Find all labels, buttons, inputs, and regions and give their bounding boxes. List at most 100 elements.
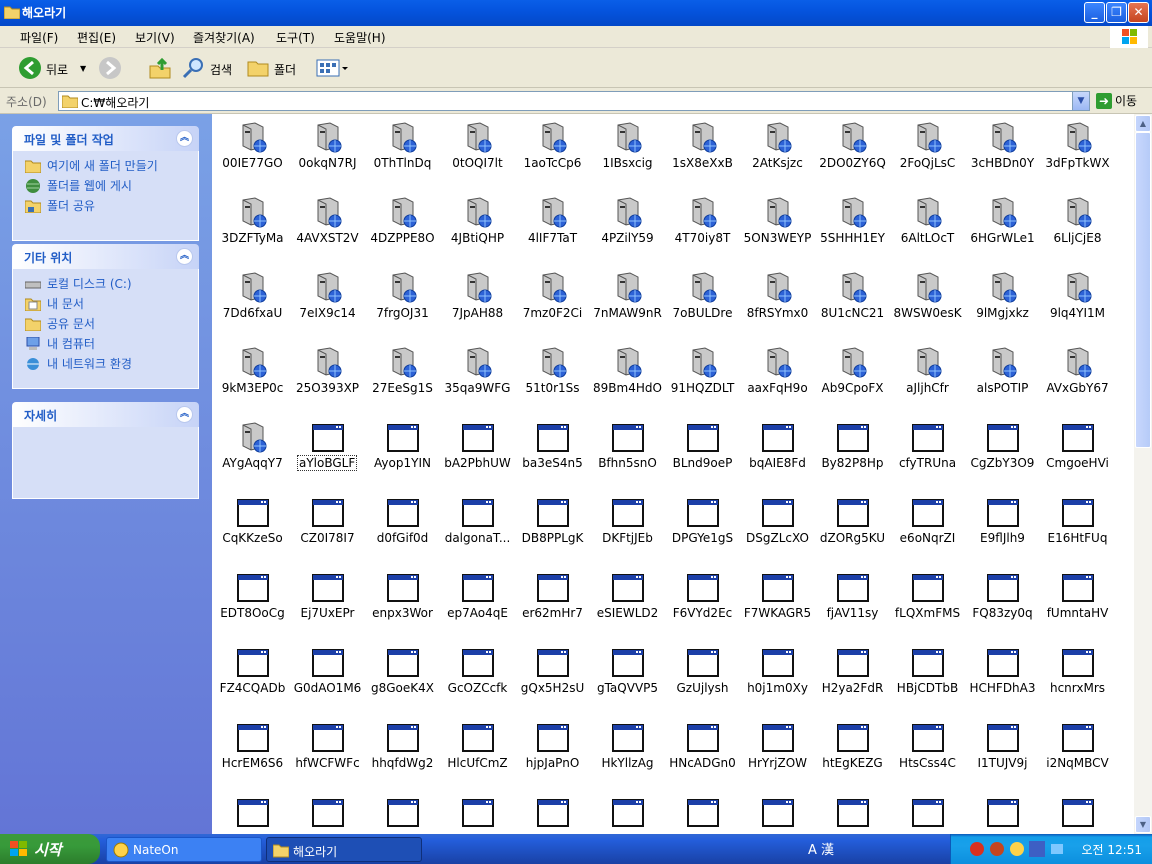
file-item[interactable]: bqAIE8Fd <box>740 416 815 491</box>
file-item[interactable]: er62mHr7 <box>515 566 590 641</box>
file-item[interactable]: 00IE77GO <box>215 116 290 191</box>
file-list[interactable]: 00IE77GO 0okqN7RJ 0ThTlnDq 0tOQI7lt 1aoTcCp6… <box>212 114 1134 834</box>
file-item[interactable] <box>215 791 290 834</box>
file-item[interactable]: AYgAqqY7 <box>215 416 290 491</box>
file-item[interactable]: gTaQVVP5 <box>590 641 665 716</box>
close-button[interactable]: ✕ <box>1128 2 1149 23</box>
file-item[interactable]: 9lMgjxkz <box>965 266 1040 341</box>
collapse-icon[interactable]: ︽ <box>176 130 193 147</box>
file-item[interactable]: CZ0I78I7 <box>290 491 365 566</box>
file-item[interactable]: e6oNqrZI <box>890 491 965 566</box>
file-item[interactable]: By82P8Hp <box>815 416 890 491</box>
file-item[interactable]: GcOZCcfk <box>440 641 515 716</box>
file-item[interactable]: HrYrjZOW <box>740 716 815 791</box>
file-item[interactable]: HNcADGn0 <box>665 716 740 791</box>
file-item[interactable]: hjpJaPnO <box>515 716 590 791</box>
file-item[interactable]: 5SHHH1EY <box>815 191 890 266</box>
scroll-up-icon[interactable]: ▲ <box>1135 115 1151 132</box>
file-item[interactable]: AVxGbY67 <box>1040 341 1115 416</box>
file-item[interactable]: 7JpAH88 <box>440 266 515 341</box>
file-item[interactable]: 6AltLOcT <box>890 191 965 266</box>
start-button[interactable]: 시작 <box>0 834 100 864</box>
file-item[interactable]: 1IBsxcig <box>590 116 665 191</box>
file-item[interactable]: HBjCDTbB <box>890 641 965 716</box>
file-item[interactable] <box>665 791 740 834</box>
file-item[interactable]: aaxFqH9o <box>740 341 815 416</box>
file-item[interactable]: 0ThTlnDq <box>365 116 440 191</box>
file-item[interactable]: 3cHBDn0Y <box>965 116 1040 191</box>
ime-indicator[interactable]: A 漢 <box>808 839 834 859</box>
task-share-folder[interactable]: 폴더 공유 <box>23 197 188 217</box>
file-item[interactable] <box>740 791 815 834</box>
forward-button[interactable] <box>98 56 140 80</box>
file-item[interactable]: eSIEWLD2 <box>590 566 665 641</box>
file-item[interactable]: 2DO0ZY6Q <box>815 116 890 191</box>
file-item[interactable]: bA2PbhUW <box>440 416 515 491</box>
file-item[interactable]: hcnrxMrs <box>1040 641 1115 716</box>
file-item[interactable]: DPGYe1gS <box>665 491 740 566</box>
views-button[interactable] <box>316 56 350 80</box>
file-item[interactable]: 0okqN7RJ <box>290 116 365 191</box>
file-item[interactable]: htEgKEZG <box>815 716 890 791</box>
file-item[interactable]: i2NqMBCV <box>1040 716 1115 791</box>
file-item[interactable]: 7Dd6fxaU <box>215 266 290 341</box>
file-item[interactable]: FQ83zy0q <box>965 566 1040 641</box>
file-item[interactable]: 0tOQI7lt <box>440 116 515 191</box>
file-item[interactable]: 9lq4YI1M <box>1040 266 1115 341</box>
file-item[interactable]: Bfhn5snO <box>590 416 665 491</box>
file-item[interactable]: ba3eS4n5 <box>515 416 590 491</box>
panel-header[interactable]: 기타 위치 ︽ <box>12 244 199 269</box>
file-item[interactable] <box>590 791 665 834</box>
file-item[interactable]: CgZbY3O9 <box>965 416 1040 491</box>
v3-icon[interactable] <box>1029 841 1045 857</box>
collapse-icon[interactable]: ︽ <box>176 406 193 423</box>
file-item[interactable]: dalgonaT... <box>440 491 515 566</box>
folders-button[interactable]: 폴더 <box>246 56 302 80</box>
file-item[interactable]: g8GoeK4X <box>365 641 440 716</box>
file-item[interactable] <box>890 791 965 834</box>
file-item[interactable]: 27EeSg1S <box>365 341 440 416</box>
file-item[interactable]: 8U1cNC21 <box>815 266 890 341</box>
minimize-button[interactable]: _ <box>1084 2 1105 23</box>
menu-tools[interactable]: 도구(T) <box>276 29 315 46</box>
file-item[interactable]: enpx3Wor <box>365 566 440 641</box>
file-item[interactable]: 7nMAW9nR <box>590 266 665 341</box>
file-item[interactable]: d0fGif0d <box>365 491 440 566</box>
file-item[interactable] <box>440 791 515 834</box>
file-item[interactable]: BLnd9oeP <box>665 416 740 491</box>
file-item[interactable]: 6HGrWLe1 <box>965 191 1040 266</box>
menu-view[interactable]: 보기(V) <box>135 29 175 46</box>
file-item[interactable]: 9kM3EP0c <box>215 341 290 416</box>
file-item[interactable]: Ab9CpoFX <box>815 341 890 416</box>
scroll-down-icon[interactable]: ▼ <box>1135 816 1151 833</box>
file-item[interactable]: Ayop1YIN <box>365 416 440 491</box>
file-item[interactable] <box>290 791 365 834</box>
file-item[interactable]: HkYllzAg <box>590 716 665 791</box>
taskbar-button-folder[interactable]: 해오라기 <box>266 837 422 862</box>
file-item[interactable]: 35qa9WFG <box>440 341 515 416</box>
file-item[interactable]: 7frgOJ31 <box>365 266 440 341</box>
menu-file[interactable]: 파일(F) <box>20 29 58 46</box>
place-shared-documents[interactable]: 공유 문서 <box>23 315 188 335</box>
up-folder-button[interactable] <box>148 56 172 80</box>
place-local-disk[interactable]: 로컬 디스크 (C:) <box>23 275 188 295</box>
file-item[interactable] <box>965 791 1040 834</box>
file-item[interactable]: 3dFpTkWX <box>1040 116 1115 191</box>
file-item[interactable]: F6VYd2Ec <box>665 566 740 641</box>
file-item[interactable]: aYloBGLF <box>290 416 365 491</box>
antivirus-icon[interactable] <box>989 841 1005 857</box>
go-button[interactable]: ➜ 이동 <box>1096 92 1137 109</box>
file-item[interactable]: dZORg5KU <box>815 491 890 566</box>
file-item[interactable]: gQx5H2sU <box>515 641 590 716</box>
file-item[interactable]: ep7Ao4qE <box>440 566 515 641</box>
restore-button[interactable]: ❐ <box>1106 2 1127 23</box>
task-new-folder[interactable]: 여기에 새 폴더 만들기 <box>23 157 188 177</box>
file-item[interactable]: DSgZLcXO <box>740 491 815 566</box>
file-item[interactable]: Ej7UxEPr <box>290 566 365 641</box>
taskbar-button-nateon[interactable]: NateOn <box>106 837 262 862</box>
place-my-documents[interactable]: 내 문서 <box>23 295 188 315</box>
file-item[interactable]: 1aoTcCp6 <box>515 116 590 191</box>
file-item[interactable]: alsPOTIP <box>965 341 1040 416</box>
file-item[interactable]: I1TUJV9j <box>965 716 1040 791</box>
title-bar[interactable]: 해오라기 _ ❐ ✕ <box>0 0 1152 26</box>
